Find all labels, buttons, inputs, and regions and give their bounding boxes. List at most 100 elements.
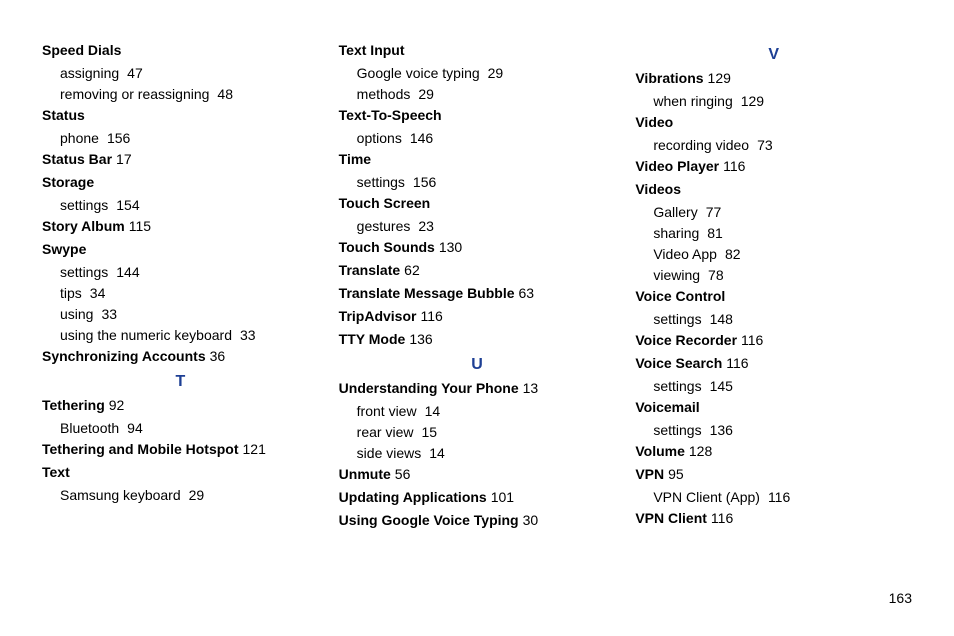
index-entry: Text xyxy=(42,462,319,483)
index-subentry-text: gestures xyxy=(357,218,411,234)
index-entry: Video Player116 xyxy=(635,156,912,177)
index-subentry-text: settings xyxy=(653,378,701,394)
index-subentry: phone156 xyxy=(42,128,319,149)
index-term: Status Bar xyxy=(42,151,112,167)
index-page-ref: 116 xyxy=(711,510,733,526)
index-subentry-text: settings xyxy=(60,197,108,213)
index-subentry: front view14 xyxy=(339,401,616,422)
index-subentry-text: settings xyxy=(357,174,405,190)
index-subentry-text: Gallery xyxy=(653,204,697,220)
index-subentry-text: rear view xyxy=(357,424,414,440)
index-entry: Understanding Your Phone13 xyxy=(339,378,616,399)
index-term: Voice Recorder xyxy=(635,332,737,348)
index-page-ref: 34 xyxy=(90,285,106,301)
index-term: Text xyxy=(42,464,70,480)
index-page-ref: 101 xyxy=(491,489,514,505)
index-page-ref: 136 xyxy=(710,422,733,438)
index-term: Time xyxy=(339,151,371,167)
index-column-3: VVibrations129when ringing129Videorecord… xyxy=(635,40,912,533)
index-subentry-text: assigning xyxy=(60,65,119,81)
index-page-ref: 56 xyxy=(395,466,411,482)
index-subentry-text: Bluetooth xyxy=(60,420,119,436)
index-entry: Text-To-Speech xyxy=(339,105,616,126)
index-page-ref: 73 xyxy=(757,137,773,153)
index-subentry: using 33 xyxy=(42,304,319,325)
index-entry: Voice Search116 xyxy=(635,353,912,374)
index-entry: Voice Control xyxy=(635,286,912,307)
index-entry: VPN Client116 xyxy=(635,508,912,529)
index-term: Tethering and Mobile Hotspot xyxy=(42,441,239,457)
index-page-ref: 62 xyxy=(404,262,420,278)
index-term: Video xyxy=(635,114,673,130)
index-entry: Story Album115 xyxy=(42,216,319,237)
index-subentry-text: using the numeric keyboard xyxy=(60,327,232,343)
index-subentry-text: removing or reassigning xyxy=(60,86,209,102)
index-term: Touch Screen xyxy=(339,195,431,211)
index-entry: Vibrations129 xyxy=(635,68,912,89)
index-term: Voice Search xyxy=(635,355,722,371)
index-subentry: Bluetooth94 xyxy=(42,418,319,439)
index-term: Using Google Voice Typing xyxy=(339,512,519,528)
index-subentry-text: settings xyxy=(60,264,108,280)
index-term: VPN Client xyxy=(635,510,707,526)
index-page-ref: 48 xyxy=(217,86,233,102)
index-term: Translate Message Bubble xyxy=(339,285,515,301)
index-term: Video Player xyxy=(635,158,719,174)
index-term: Text-To-Speech xyxy=(339,107,442,123)
index-page-ref: 116 xyxy=(726,355,748,371)
index-page-ref: 77 xyxy=(706,204,722,220)
index-page-ref: 29 xyxy=(488,65,504,81)
index-entry: Translate Message Bubble63 xyxy=(339,283,616,304)
index-page-ref: 33 xyxy=(101,306,117,322)
index-term: Storage xyxy=(42,174,94,190)
index-page-ref: 30 xyxy=(523,512,539,528)
index-entry: TTY Mode136 xyxy=(339,329,616,350)
index-page-ref: 156 xyxy=(107,130,130,146)
index-page-ref: 154 xyxy=(116,197,139,213)
index-page-ref: 129 xyxy=(708,70,731,86)
index-subentry-text: Video App xyxy=(653,246,717,262)
index-term: Swype xyxy=(42,241,86,257)
index-subentry: removing or reassigning 48 xyxy=(42,84,319,105)
index-subentry-text: side views xyxy=(357,445,422,461)
index-subentry: settings145 xyxy=(635,376,912,397)
index-subentry-text: using xyxy=(60,306,93,322)
index-page-ref: 23 xyxy=(418,218,434,234)
index-subentry: gestures 23 xyxy=(339,216,616,237)
index-subentry: sharing81 xyxy=(635,223,912,244)
index-page-ref: 14 xyxy=(425,403,441,419)
index-entry: Touch Sounds130 xyxy=(339,237,616,258)
index-page-ref: 15 xyxy=(421,424,437,440)
index-entry: Video xyxy=(635,112,912,133)
index-page-ref: 129 xyxy=(741,93,764,109)
index-page-ref: 156 xyxy=(413,174,436,190)
index-term: Videos xyxy=(635,181,681,197)
index-subentry-text: Google voice typing xyxy=(357,65,480,81)
index-entry: VPN95 xyxy=(635,464,912,485)
page-number: 163 xyxy=(889,590,912,606)
index-subentry-text: methods xyxy=(357,86,411,102)
index-subentry: VPN Client (App)116 xyxy=(635,487,912,508)
index-entry: Storage xyxy=(42,172,319,193)
index-entry: Tethering92 xyxy=(42,395,319,416)
index-term: Voicemail xyxy=(635,399,699,415)
index-subentry-text: viewing xyxy=(653,267,700,283)
index-subentry: settings144 xyxy=(42,262,319,283)
index-entry: Touch Screen xyxy=(339,193,616,214)
index-term: Touch Sounds xyxy=(339,239,435,255)
index-subentry: assigning 47 xyxy=(42,63,319,84)
index-columns: Speed Dialsassigning47removing or reassi… xyxy=(42,40,912,533)
index-entry: Translate62 xyxy=(339,260,616,281)
index-page-ref: 47 xyxy=(127,65,143,81)
index-entry: Using Google Voice Typing30 xyxy=(339,510,616,531)
index-subentry: settings 154 xyxy=(42,195,319,216)
index-entry: Updating Applications101 xyxy=(339,487,616,508)
index-term: Translate xyxy=(339,262,400,278)
index-subentry-text: Samsung keyboard xyxy=(60,487,181,503)
index-subentry: tips34 xyxy=(42,283,319,304)
index-page-ref: 116 xyxy=(723,158,745,174)
index-page-ref: 29 xyxy=(418,86,434,102)
index-page-ref: 63 xyxy=(519,285,535,301)
index-subentry-text: recording video xyxy=(653,137,749,153)
index-subentry: Google voice typing 29 xyxy=(339,63,616,84)
